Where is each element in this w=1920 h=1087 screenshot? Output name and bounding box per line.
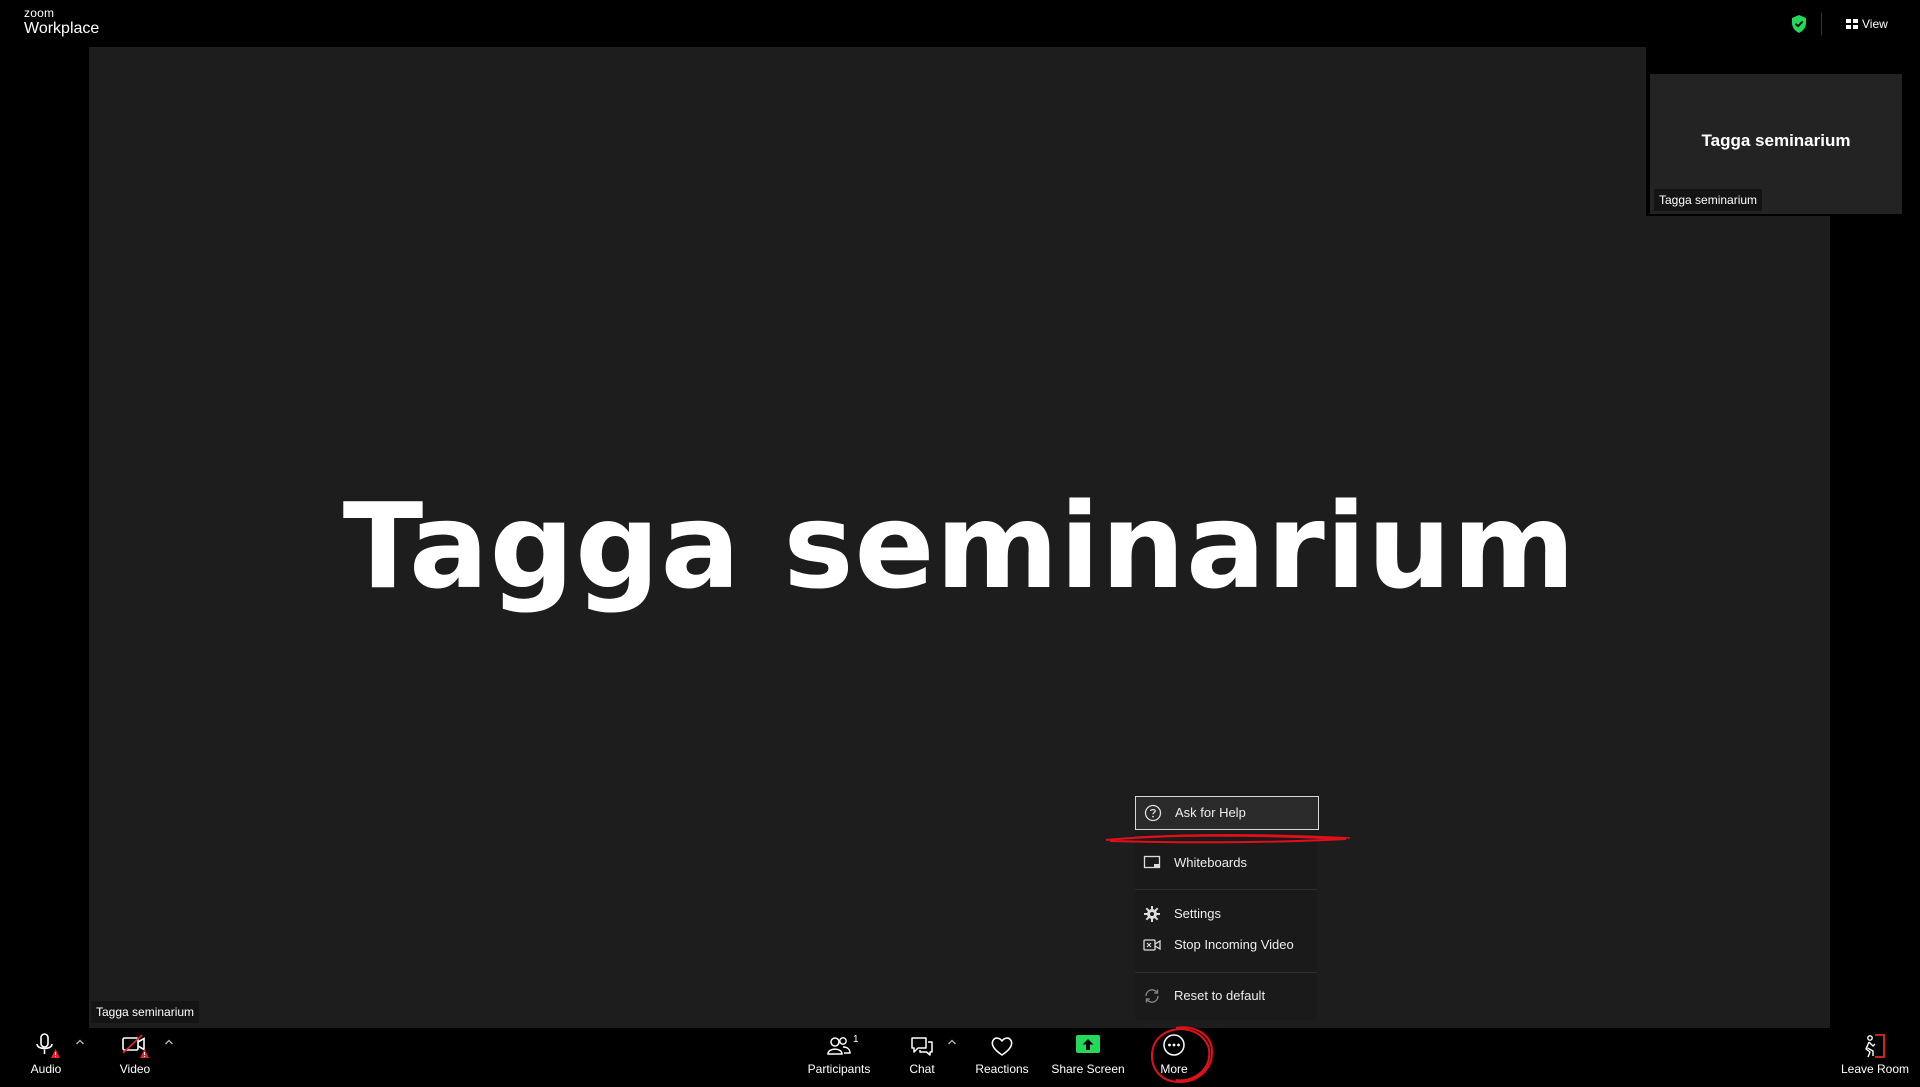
video-off-warning-icon <box>122 1034 149 1058</box>
main-video-stage[interactable]: Tagga seminarium Tagga seminarium <box>89 47 1830 1028</box>
logo-zoom-text: zoom <box>24 6 55 20</box>
menu-separator <box>1135 889 1317 890</box>
self-view-display-name: Tagga seminarium <box>1701 131 1851 150</box>
share-screen-icon <box>1076 1035 1100 1053</box>
menu-label-reset-to-default: Reset to default <box>1174 988 1266 1003</box>
audio-options-caret-icon[interactable] <box>75 1038 85 1046</box>
more-button[interactable]: More <box>1158 1032 1190 1084</box>
gear-icon <box>1144 906 1160 922</box>
menu-label-settings: Settings <box>1174 906 1221 921</box>
menu-label-whiteboards: Whiteboards <box>1174 855 1247 870</box>
question-circle-icon <box>1144 804 1162 822</box>
self-view-tile: Tagga seminarium Tagga seminarium <box>1650 74 1902 214</box>
more-label: More <box>1160 1062 1188 1076</box>
share-screen-button[interactable]: Share Screen <box>1051 1032 1125 1084</box>
microphone-warning-icon <box>36 1033 60 1058</box>
menu-label-ask-for-help: Ask for Help <box>1175 805 1246 820</box>
chat-label: Chat <box>909 1062 935 1076</box>
participants-label: Participants <box>807 1062 871 1076</box>
video-stop-icon <box>1143 939 1161 951</box>
participant-name-tag: Tagga seminarium <box>91 1001 200 1023</box>
menu-item-reset-to-default[interactable]: Reset to default <box>1135 980 1317 1012</box>
menu-label-stop-incoming-video: Stop Incoming Video <box>1174 937 1294 952</box>
video-options-caret-icon[interactable] <box>164 1038 174 1046</box>
zoom-meeting-window: zoom Workplace View Tagga seminarium Tag… <box>0 0 1920 1087</box>
menu-item-stop-incoming-video[interactable]: Stop Incoming Video <box>1135 929 1317 961</box>
app-logo: zoom Workplace <box>24 7 99 37</box>
video-button[interactable]: Video <box>114 1032 156 1084</box>
topbar-divider <box>1821 13 1822 35</box>
menu-item-settings[interactable]: Settings <box>1135 898 1317 930</box>
chat-options-caret-icon[interactable] <box>947 1038 957 1046</box>
leave-room-button[interactable]: Leave Room <box>1840 1032 1910 1084</box>
shield-check-icon[interactable] <box>1791 15 1807 33</box>
grid-icon <box>1846 19 1858 29</box>
more-menu: Ask for Help Whiteboards Settings Stop I… <box>1135 793 1319 1020</box>
menu-separator <box>1135 972 1317 973</box>
leave-room-label: Leave Room <box>1840 1062 1910 1076</box>
whiteboard-icon <box>1143 855 1161 869</box>
video-label: Video <box>119 1062 151 1076</box>
chat-icon <box>911 1037 933 1056</box>
view-button[interactable]: View <box>1846 14 1888 34</box>
share-screen-label: Share Screen <box>1051 1062 1125 1076</box>
self-view-name-tag: Tagga seminarium <box>1654 189 1763 211</box>
participant-display-name: Tagga seminarium <box>342 477 1577 615</box>
menu-item-ask-for-help[interactable]: Ask for Help <box>1135 796 1319 830</box>
audio-label: Audio <box>30 1062 62 1076</box>
logo-workplace-text: Workplace <box>24 20 100 37</box>
participants-count-badge: 1 <box>853 1034 859 1045</box>
participants-button[interactable]: Participants <box>808 1032 870 1084</box>
reset-icon <box>1145 989 1159 1003</box>
chat-button[interactable]: Chat <box>907 1032 937 1084</box>
more-dots-icon <box>1163 1034 1185 1056</box>
reactions-label: Reactions <box>975 1062 1029 1076</box>
meeting-toolbar <box>0 1028 1920 1087</box>
reactions-button[interactable]: Reactions <box>975 1032 1029 1084</box>
self-view-thumbnail[interactable]: Tagga seminarium Tagga seminarium <box>1646 47 1906 216</box>
participants-icon <box>827 1037 851 1055</box>
heart-icon <box>991 1037 1013 1056</box>
menu-separator <box>1135 836 1317 837</box>
menu-item-whiteboards[interactable]: Whiteboards <box>1135 847 1317 879</box>
leave-room-icon <box>1865 1034 1885 1058</box>
audio-button[interactable]: Audio <box>26 1032 66 1084</box>
top-bar: zoom Workplace View <box>0 0 1920 47</box>
view-label: View <box>1862 17 1888 31</box>
